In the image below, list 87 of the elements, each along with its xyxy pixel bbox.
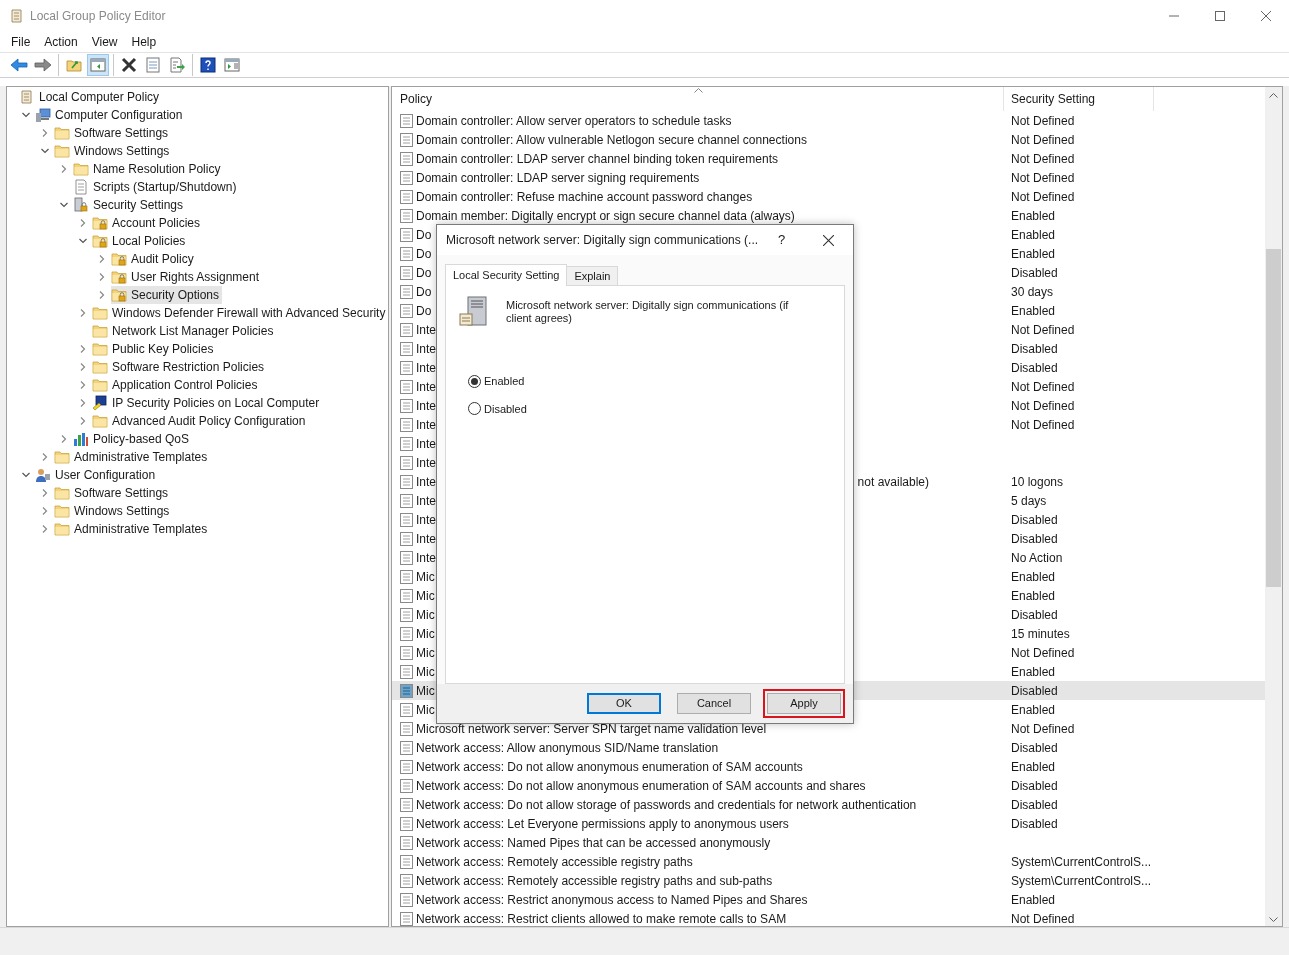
table-cell-text: Disabled	[1010, 682, 1058, 700]
table-cell-text: Domain controller: Allow vulnerable Netlogon secure channel connections	[416, 131, 807, 149]
table-cell-text: Disabled	[1010, 264, 1058, 282]
table-cell-text: Enabled	[1010, 245, 1056, 263]
table-cell-text: 15 minutes	[1010, 625, 1070, 643]
table-cell-text: Inte	[416, 454, 436, 472]
table-cell-text: Inte	[416, 492, 436, 510]
table-cell-text: Disabled	[1010, 340, 1058, 358]
table-cell-text: Inte	[416, 359, 436, 377]
table-cell-text: Inte	[416, 435, 436, 453]
table-cell-text: Domain controller: LDAP server signing requirements	[416, 169, 700, 187]
table-cell-text: Inte	[416, 549, 436, 567]
table-cell-text: Network access: Do not allow storage of passwords and credentials for network authentication	[416, 796, 917, 814]
table-cell-text: Not Defined	[1010, 644, 1075, 662]
table-cell-text: Not Defined	[1010, 397, 1075, 415]
table-cell-text: Do	[416, 264, 432, 282]
table-cell-text: System\CurrentControlS...	[1010, 853, 1152, 871]
table-cell-text: Mic	[416, 644, 435, 662]
table-cell-text: Network access: Remotely accessible registry paths	[416, 853, 693, 871]
table-cell-text: Enabled	[1010, 663, 1056, 681]
table-cell-text: Inte	[416, 321, 436, 339]
table-cell-text: Disabled	[1010, 777, 1058, 795]
table-cell-text: Disabled	[1010, 530, 1058, 548]
table-cell-text: Enabled	[1010, 701, 1056, 719]
table-cell-text: Inte	[416, 473, 436, 491]
table-cell-text: Mic	[416, 606, 435, 624]
table-cell-text: 10 logons	[1010, 473, 1064, 491]
table-cell-text: 5 days	[1010, 492, 1047, 510]
table-cell-text: Network access: Allow anonymous SID/Name translation	[416, 739, 719, 757]
window-title: Local Group Policy Editor	[30, 7, 166, 25]
table-cell-text: No Action	[1010, 549, 1063, 567]
table-cell-text: Do	[416, 245, 432, 263]
table-cell-text: Domain controller: Allow server operators to schedule tasks	[416, 112, 732, 130]
table-cell-text: Inte	[416, 416, 436, 434]
table-cell-text: Inte	[416, 511, 436, 529]
table-cell-text: Mic	[416, 682, 435, 700]
table-cell-text: Disabled	[1010, 815, 1058, 833]
table-cell-text: Disabled	[1010, 606, 1058, 624]
table-cell-text: Not Defined	[1010, 416, 1075, 434]
table-cell-text: Disabled	[1010, 796, 1058, 814]
table-cell-text: Enabled	[1010, 587, 1056, 605]
table-cell-text: Inte	[416, 397, 436, 415]
table-cell-text: Not Defined	[1010, 321, 1075, 339]
table-cell-text: Network access: Named Pipes that can be accessed anonymously	[416, 834, 771, 852]
table-cell-text: Not Defined	[1010, 188, 1075, 206]
table-cell-text: Network access: Restrict clients allowed to make remote calls to SAM	[416, 910, 787, 926]
table-cell-text: Disabled	[1010, 511, 1058, 529]
table-cell-text: Network access: Remotely accessible registry paths and sub-paths	[416, 872, 773, 890]
table-cell-text: Mic	[416, 568, 435, 586]
table-cell-text: Network access: Let Everyone permissions apply to anonymous users	[416, 815, 789, 833]
table-cell-text: Not Defined	[1010, 150, 1075, 168]
table-cell-text: 30 days	[1010, 283, 1054, 301]
table-cell-text: Mic	[416, 625, 435, 643]
table-cell-text: Microsoft network server: Server SPN target name validation level	[416, 720, 767, 738]
table-cell-text: Mic	[416, 587, 435, 605]
table-cell-text: Inte	[416, 378, 436, 396]
table-cell-text: Mic	[416, 701, 435, 719]
table-cell-text: Do	[416, 283, 432, 301]
table-cell-text: Not Defined	[1010, 112, 1075, 130]
table-cell-text: Network access: Do not allow anonymous enumeration of SAM accounts	[416, 758, 803, 776]
table-cell-text: Disabled	[1010, 359, 1058, 377]
table-cell-text: Domain member: Digitally encrypt or sign secure channel data (always)	[416, 207, 795, 225]
table-cell-text: Do	[416, 302, 432, 320]
table-cell-text: Inte	[416, 530, 436, 548]
table-cell-text: Domain controller: LDAP server channel binding token requirements	[416, 150, 778, 168]
table-cell-text: Mic	[416, 663, 435, 681]
table-cell-text: Enabled	[1010, 207, 1056, 225]
table-cell-text: Not Defined	[1010, 378, 1075, 396]
table-cell-text: Not Defined	[1010, 910, 1075, 926]
table-cell-text: Enabled	[1010, 758, 1056, 776]
table-cell-text: Enabled	[1010, 891, 1056, 909]
table-cell-text: Enabled	[1010, 302, 1056, 320]
table-cell-text: System\CurrentControlS...	[1010, 872, 1152, 890]
dialog-title: Microsoft network server: Digitally sign communications (...	[446, 232, 759, 249]
table-cell-text: Domain controller: Refuse machine account password changes	[416, 188, 753, 206]
table-cell-text: Network access: Do not allow anonymous enumeration of SAM accounts and shares	[416, 777, 866, 795]
table-cell-text: Not Defined	[1010, 720, 1075, 738]
table-cell-text: Inte	[416, 340, 436, 358]
table-cell-text: Not Defined	[1010, 169, 1075, 187]
table-cell-text: Enabled	[1010, 226, 1056, 244]
table-cell-text: not available)	[857, 473, 929, 491]
table-cell-text: Not Defined	[1010, 131, 1075, 149]
table-cell-text: Network access: Restrict anonymous access to Named Pipes and Shares	[416, 891, 808, 909]
table-cell-text: Disabled	[1010, 739, 1058, 757]
table-cell-text: Do	[416, 226, 432, 244]
policy-description: Microsoft network server: Digitally sign communications (if client agrees)	[506, 299, 790, 326]
table-cell-text: Enabled	[1010, 568, 1056, 586]
